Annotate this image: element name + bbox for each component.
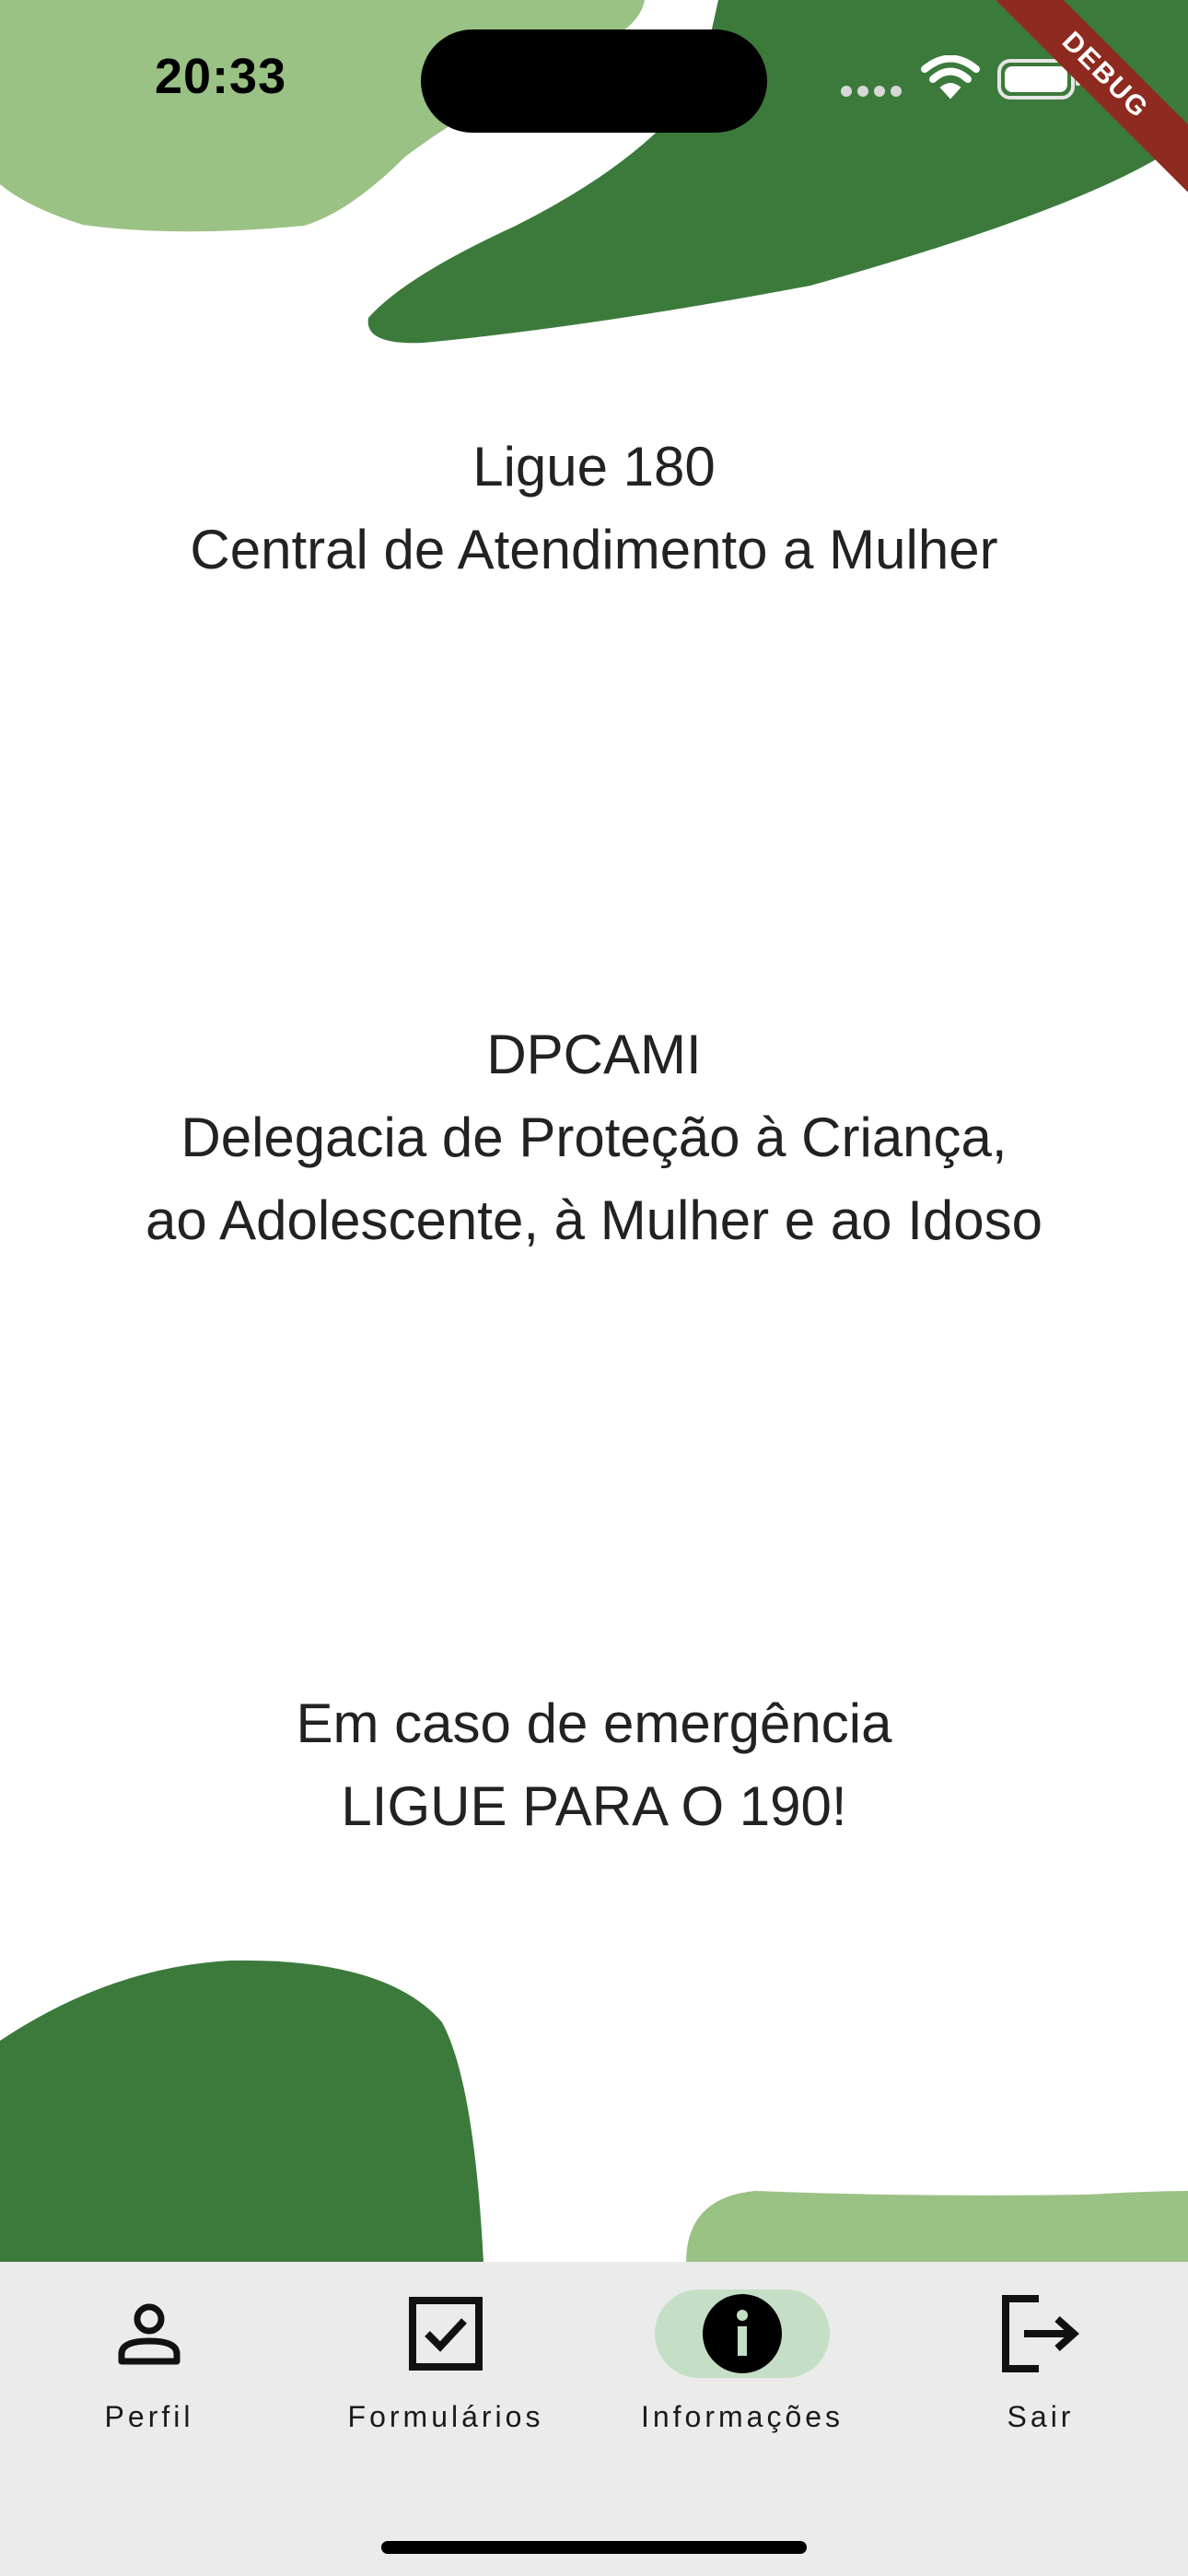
nav-item-informacoes[interactable]: Informações [604,2289,880,2474]
background-shapes [0,0,1188,2263]
logout-icon [1002,2295,1079,2372]
nav-label-formularios: Formulários [347,2400,544,2433]
bottom-navigation-bar: Perfil Formulários Informações Sair [0,2262,1188,2576]
emergency-line2: LIGUE PARA O 190! [341,1775,847,1837]
nav-item-formularios[interactable]: Formulários [308,2289,584,2474]
info-icon [703,2294,782,2373]
wifi-icon [921,55,980,100]
ligue-180-title: Ligue 180 [472,436,716,498]
nav-item-sair[interactable]: Sair [903,2289,1179,2474]
nav-label-informacoes: Informações [640,2400,844,2433]
emergency-line1: Em caso de emergência [296,1692,892,1754]
active-indicator-pill [655,2289,830,2378]
bottom-right-light-blob [686,2191,1188,2263]
nav-label-perfil: Perfil [104,2400,194,2433]
bottom-left-dark-blob [0,1960,483,2263]
ligue-180-info: Ligue 180 Central de Atendimento a Mulhe… [0,426,1188,591]
person-icon [118,2303,181,2365]
nav-item-perfil[interactable]: Perfil [11,2289,287,2474]
cellular-signal-icon [841,85,907,101]
checkbox-icon [409,2297,483,2371]
ligue-180-description: Central de Atendimento a Mulher [190,519,998,580]
dynamic-island [421,29,767,133]
emergency-info: Em caso de emergência LIGUE PARA O 190! [0,1682,1188,1848]
dpcami-info: DPCAMI Delegacia de Proteção à Criança, … [0,1013,1188,1262]
nav-label-sair: Sair [1007,2400,1075,2433]
dpcami-description-line1: Delegacia de Proteção à Criança, [181,1107,1007,1168]
dpcami-description-line2: ao Adolescente, à Mulher e ao Idoso [145,1189,1042,1251]
home-indicator [381,2541,807,2554]
dpcami-title: DPCAMI [486,1024,702,1085]
status-time: 20:33 [155,49,287,104]
